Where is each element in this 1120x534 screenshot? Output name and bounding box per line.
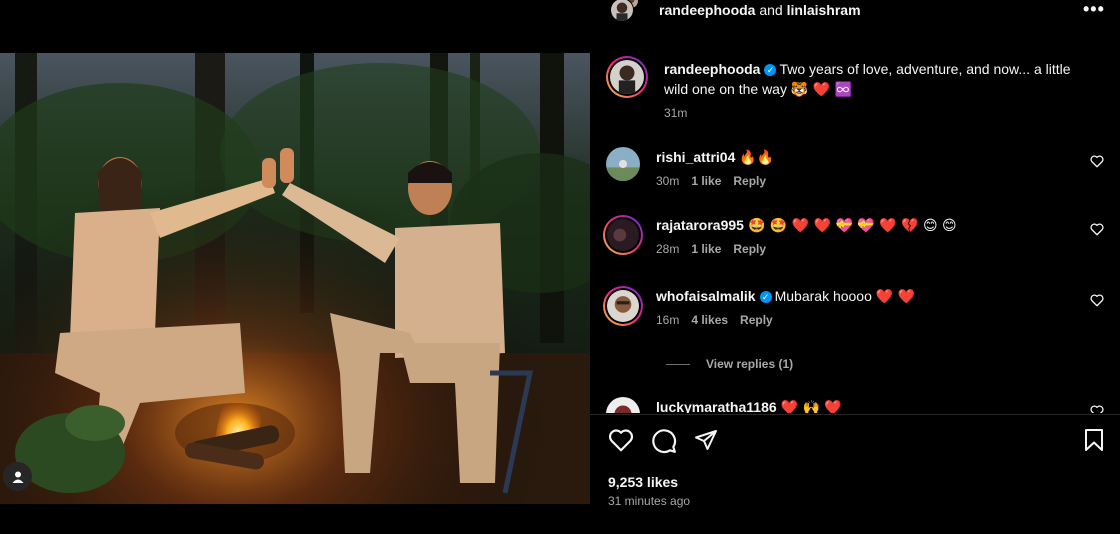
comment-time[interactable]: 16m: [656, 313, 679, 327]
caption-username[interactable]: randeephooda: [664, 61, 760, 77]
tagged-users-button[interactable]: [3, 462, 32, 491]
comment-emojis: ❤️ ❤️: [875, 289, 916, 305]
commenter-avatar-ring[interactable]: [603, 286, 643, 326]
post-side-panel: randeephooda and linlaishram ••• randeep…: [590, 0, 1120, 534]
post-authors: randeephooda and linlaishram: [659, 2, 861, 18]
view-replies-label: View replies (1): [706, 357, 794, 371]
comment-text: Mubarak hoooo: [774, 288, 872, 304]
comment-item: whofaisalmalik ✓ Mubarak hoooo ❤️ ❤️ 16m 4…: [603, 286, 1104, 327]
comment-item: rishi_attri04 🔥🔥 30m 1 like Reply: [606, 147, 1104, 188]
authors-joiner: and: [759, 2, 783, 18]
save-bookmark-icon[interactable]: [1083, 428, 1105, 452]
commenter-avatar-ring[interactable]: [603, 215, 643, 255]
post-photo[interactable]: [0, 53, 590, 504]
user-icon: [12, 471, 23, 483]
comment-emojis: 🔥🔥: [739, 150, 775, 166]
comment-likes-count[interactable]: 4 likes: [691, 313, 728, 327]
like-comment-heart-icon[interactable]: [1090, 155, 1104, 168]
comment-emojis: 🤩 🤩 ❤️ ❤️ 💝 💝 ❤️ 💔 😊 😊: [747, 218, 957, 234]
commenter-username[interactable]: rishi_attri04: [656, 149, 735, 165]
comment-item: luckymaratha1186 ❤️ 🙌 ❤️: [606, 397, 1104, 413]
post-header: randeephooda and linlaishram •••: [590, 0, 1120, 24]
like-comment-heart-icon[interactable]: [1090, 405, 1104, 413]
campfire-photo: [0, 53, 590, 504]
actions-divider: [590, 414, 1120, 415]
author-avatars[interactable]: [606, 0, 640, 24]
comment-time[interactable]: 30m: [656, 174, 679, 188]
post-timestamp[interactable]: 31 minutes ago: [608, 494, 690, 508]
more-options-icon[interactable]: •••: [1083, 0, 1105, 18]
caption-emojis: 🐯 ❤️ ♾️: [790, 82, 853, 98]
share-icon[interactable]: [693, 428, 719, 452]
reply-button[interactable]: Reply: [740, 313, 773, 327]
author-username[interactable]: randeephooda: [659, 2, 755, 18]
reply-button[interactable]: Reply: [733, 174, 766, 188]
comment-emojis: ❤️ 🙌 ❤️: [780, 400, 842, 413]
verified-badge-icon: ✓: [759, 291, 772, 303]
commenter-avatar: [607, 290, 639, 322]
commenter-avatar[interactable]: [606, 397, 640, 413]
collaborator-username[interactable]: linlaishram: [787, 2, 861, 18]
likes-count[interactable]: 9,253 likes: [608, 474, 678, 490]
caption-time[interactable]: 31m: [664, 106, 687, 120]
post-action-bar: [590, 426, 1120, 458]
comment-likes-count[interactable]: 1 like: [691, 174, 721, 188]
verified-badge-icon: ✓: [764, 64, 777, 76]
commenter-username[interactable]: whofaisalmalik: [656, 288, 756, 304]
post-media-pane: [0, 0, 590, 534]
caption-avatar-ring[interactable]: [606, 56, 648, 98]
post-caption: randeephooda ✓ Two years of love, adventur…: [606, 56, 1096, 120]
commenter-username[interactable]: rajatarora995: [656, 217, 744, 233]
comment-time[interactable]: 28m: [656, 242, 679, 256]
comment-icon[interactable]: [651, 428, 677, 454]
caption-avatar: [610, 60, 644, 94]
comment-item: rajatarora995 🤩 🤩 ❤️ ❤️ 💝 💝 ❤️ 💔 😊 😊 28m …: [603, 215, 1104, 256]
like-comment-heart-icon[interactable]: [1090, 223, 1104, 236]
like-comment-heart-icon[interactable]: [1090, 294, 1104, 307]
commenter-username[interactable]: luckymaratha1186: [656, 399, 777, 413]
replies-divider: [666, 363, 690, 365]
commenter-avatar: [607, 219, 639, 251]
view-replies-button[interactable]: View replies (1): [666, 357, 793, 371]
commenter-avatar[interactable]: [606, 147, 640, 181]
author-avatar[interactable]: [610, 0, 634, 22]
comment-likes-count[interactable]: 1 like: [691, 242, 721, 256]
reply-button[interactable]: Reply: [733, 242, 766, 256]
like-heart-icon[interactable]: [608, 428, 634, 452]
comments-scroll-edge: luckymaratha1186 ❤️ 🙌 ❤️: [590, 393, 1120, 413]
